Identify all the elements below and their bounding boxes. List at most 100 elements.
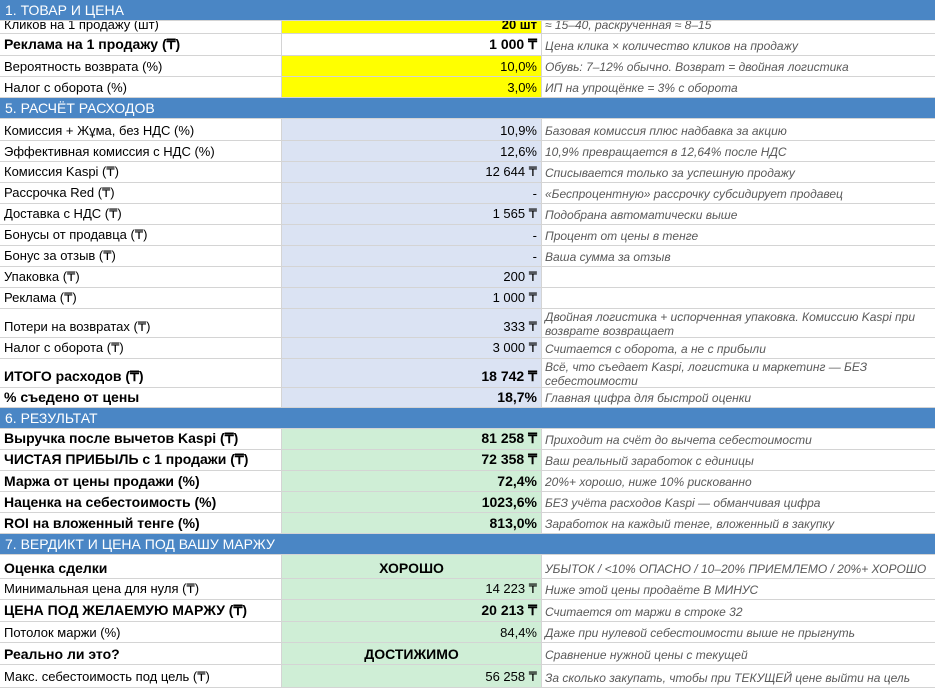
row-note[interactable]: За сколько закупать, чтобы при ТЕКУЩЕЙ ц… [542, 665, 935, 687]
table-row[interactable]: Рассрочка Red (₸) - «Беспроцентную» рассро… [0, 183, 935, 204]
row-label[interactable]: Бонусы от продавца (₸) [0, 225, 282, 245]
table-row[interactable]: Комиссия + Жұма, без НДС (%) 10,9% Базовая… [0, 119, 935, 141]
table-row[interactable]: ЧИСТАЯ ПРИБЫЛЬ с 1 продажи (₸) 72 358 ₸ Ва… [0, 450, 935, 471]
row-value[interactable]: 10,9% [282, 119, 542, 140]
row-note[interactable]: 10,9% превращается в 12,64% после НДС [542, 141, 935, 161]
table-row[interactable]: Выручка после вычетов Kaspi (₸) 81 258 ₸ П… [0, 429, 935, 450]
row-value[interactable]: 333 ₸ [282, 309, 542, 337]
table-row[interactable]: Доставка с НДС (₸) 1 565 ₸ Подобрана автом… [0, 204, 935, 225]
row-label[interactable]: Упаковка (₸) [0, 267, 282, 287]
row-label[interactable]: Бонус за отзыв (₸) [0, 246, 282, 266]
row-label[interactable]: ЧИСТАЯ ПРИБЫЛЬ с 1 продажи (₸) [0, 450, 282, 470]
table-row[interactable]: Потери на возвратах (₸) 333 ₸ Двойная логи… [0, 309, 935, 338]
row-value[interactable]: 56 258 ₸ [282, 665, 542, 687]
row-note[interactable]: Всё, что съедает Kaspi, логистика и марк… [542, 359, 935, 387]
row-value[interactable]: 200 ₸ [282, 267, 542, 287]
table-row[interactable]: Реклама (₸) 1 000 ₸ [0, 288, 935, 309]
table-row[interactable]: Налог с оборота (%) 3,0% ИП на упрощёнке… [0, 77, 935, 98]
row-value[interactable]: 1 000 ₸ [282, 288, 542, 308]
row-note[interactable]: Сравнение нужной цены с текущей [542, 643, 935, 664]
row-value[interactable]: 3 000 ₸ [282, 338, 542, 358]
row-label[interactable]: Выручка после вычетов Kaspi (₸) [0, 429, 282, 449]
row-label[interactable]: Наценка на себестоимость (%) [0, 492, 282, 512]
table-row[interactable]: Минимальная цена для нуля (₸) 14 223 ₸ Ниж… [0, 579, 935, 600]
row-label[interactable]: ЦЕНА ПОД ЖЕЛАЕМУЮ МАРЖУ (₸) [0, 600, 282, 621]
row-label[interactable]: % съедено от цены [0, 388, 282, 407]
row-note[interactable]: ≈ 15–40, раскрученная ≈ 8–15 [542, 21, 935, 33]
row-label[interactable]: Рассрочка Red (₸) [0, 183, 282, 203]
row-value[interactable]: 14 223 ₸ [282, 579, 542, 599]
table-row[interactable]: Бонус за отзыв (₸) - Ваша сумма за отзыв [0, 246, 935, 267]
row-note[interactable]: Главная цифра для быстрой оценки [542, 388, 935, 407]
row-note[interactable]: Ваша сумма за отзыв [542, 246, 935, 266]
row-note[interactable] [542, 267, 935, 287]
section-header-6[interactable]: 6. РЕЗУЛЬТАТ [0, 408, 935, 429]
section-header-5[interactable]: 5. РАСЧЁТ РАСХОДОВ [0, 98, 935, 119]
table-row[interactable]: ЦЕНА ПОД ЖЕЛАЕМУЮ МАРЖУ (₸) 20 213 ₸ Счита… [0, 600, 935, 622]
row-note[interactable]: Обувь: 7–12% обычно. Возврат = двойная л… [542, 56, 935, 76]
section-header-1[interactable]: 1. ТОВАР И ЦЕНА [0, 0, 935, 21]
table-row[interactable]: Вероятность возврата (%) 10,0% Обувь: 7–… [0, 56, 935, 77]
table-row[interactable]: Комиссия Kaspi (₸) 12 644 ₸ Списывается то… [0, 162, 935, 183]
table-row[interactable]: Маржа от цены продажи (%) 72,4% 20%+ хорош… [0, 471, 935, 492]
table-row[interactable]: Реклама на 1 продажу (₸) 1 000 ₸ Цена кл… [0, 34, 935, 56]
row-value[interactable]: 72 358 ₸ [282, 450, 542, 470]
row-note[interactable]: 20%+ хорошо, ниже 10% рискованно [542, 471, 935, 491]
row-note[interactable]: Ваш реальный заработок с единицы [542, 450, 935, 470]
row-value[interactable]: 3,0% [282, 77, 542, 97]
row-value[interactable]: 1 565 ₸ [282, 204, 542, 224]
table-row[interactable]: Упаковка (₸) 200 ₸ [0, 267, 935, 288]
row-label[interactable]: Оценка сделки [0, 555, 282, 578]
row-value[interactable]: - [282, 225, 542, 245]
row-value[interactable]: 10,0% [282, 56, 542, 76]
row-label[interactable]: Минимальная цена для нуля (₸) [0, 579, 282, 599]
row-note[interactable]: Подобрана автоматически выше [542, 204, 935, 224]
row-value[interactable]: 20 шт [282, 21, 542, 33]
row-value[interactable]: 813,0% [282, 513, 542, 533]
row-value[interactable]: 18 742 ₸ [282, 359, 542, 387]
row-value[interactable]: - [282, 183, 542, 203]
row-label[interactable]: Комиссия + Жұма, без НДС (%) [0, 119, 282, 140]
row-label[interactable]: Налог с оборота (%) [0, 77, 282, 97]
row-label[interactable]: Вероятность возврата (%) [0, 56, 282, 76]
table-row[interactable]: % съедено от цены 18,7% Главная цифра для … [0, 388, 935, 408]
row-label[interactable]: Доставка с НДС (₸) [0, 204, 282, 224]
row-note[interactable]: Даже при нулевой себестоимости выше не п… [542, 622, 935, 642]
row-label[interactable]: Комиссия Kaspi (₸) [0, 162, 282, 182]
row-label[interactable]: Налог с оборота (₸) [0, 338, 282, 358]
row-label[interactable]: Реклама на 1 продажу (₸) [0, 34, 282, 55]
row-note[interactable]: Считается от маржи в строке 32 [542, 600, 935, 621]
row-value[interactable]: 18,7% [282, 388, 542, 407]
row-label[interactable]: ИТОГО расходов (₸) [0, 359, 282, 387]
row-note[interactable]: Ниже этой цены продаёте В МИНУС [542, 579, 935, 599]
row-value[interactable]: 12,6% [282, 141, 542, 161]
row-label[interactable]: Маржа от цены продажи (%) [0, 471, 282, 491]
row-value[interactable]: 81 258 ₸ [282, 429, 542, 449]
row-value[interactable]: ХОРОШО [282, 555, 542, 578]
table-row[interactable]: Наценка на себестоимость (%) 1023,6% БЕЗ у… [0, 492, 935, 513]
row-label[interactable]: Реклама (₸) [0, 288, 282, 308]
row-value[interactable]: 1023,6% [282, 492, 542, 512]
row-label[interactable]: Эффективная комиссия с НДС (%) [0, 141, 282, 161]
row-note[interactable]: Цена клика × количество кликов на продаж… [542, 34, 935, 55]
row-label[interactable]: Макс. себестоимость под цель (₸) [0, 665, 282, 687]
row-label[interactable]: ROI на вложенный тенге (%) [0, 513, 282, 533]
row-note[interactable]: Считается с оборота, а не с прибыли [542, 338, 935, 358]
row-note[interactable]: УБЫТОК / <10% ОПАСНО / 10–20% ПРИЕМЛЕМО … [542, 555, 935, 578]
row-note[interactable]: Процент от цены в тенге [542, 225, 935, 245]
table-row[interactable]: Потолок маржи (%) 84,4% Даже при нулевой с… [0, 622, 935, 643]
table-row[interactable]: Эффективная комиссия с НДС (%) 12,6% 10,9%… [0, 141, 935, 162]
row-value[interactable]: 12 644 ₸ [282, 162, 542, 182]
row-value[interactable]: - [282, 246, 542, 266]
row-label[interactable]: Потери на возвратах (₸) [0, 309, 282, 337]
table-row[interactable]: Налог с оборота (₸) 3 000 ₸ Считается с об… [0, 338, 935, 359]
table-row[interactable]: Бонусы от продавца (₸) - Процент от цены в… [0, 225, 935, 246]
row-note[interactable]: Двойная логистика + испорченная упаковка… [542, 309, 935, 337]
row-value[interactable]: ДОСТИЖИМО [282, 643, 542, 664]
row-value[interactable]: 72,4% [282, 471, 542, 491]
row-note[interactable]: Заработок на каждый тенге, вложенный в з… [542, 513, 935, 533]
table-row[interactable]: ИТОГО расходов (₸) 18 742 ₸ Всё, что съеда… [0, 359, 935, 388]
table-row[interactable]: ROI на вложенный тенге (%) 813,0% Заработо… [0, 513, 935, 534]
row-value[interactable]: 1 000 ₸ [282, 34, 542, 55]
row-note[interactable]: Списывается только за успешную продажу [542, 162, 935, 182]
